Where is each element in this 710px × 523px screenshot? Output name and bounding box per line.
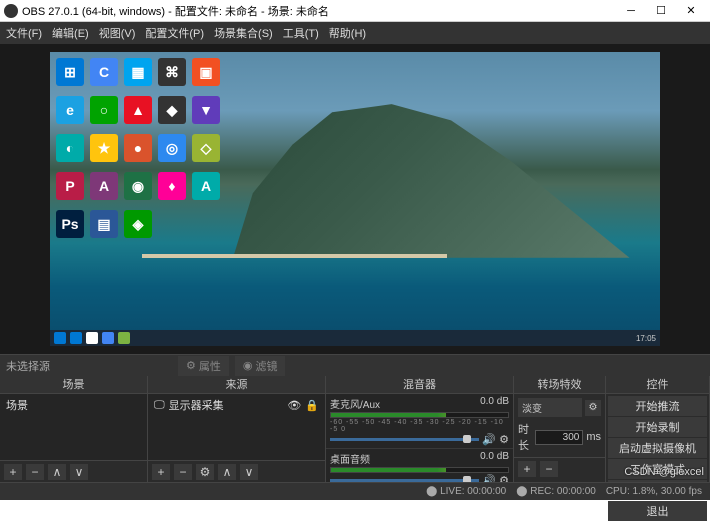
track-name: 桌面音频: [330, 451, 370, 466]
menu-edit[interactable]: 编辑(E): [52, 25, 89, 41]
volume-slider[interactable]: [330, 438, 479, 441]
filters-button[interactable]: ◉滤镜: [235, 356, 286, 376]
visibility-toggle-icon[interactable]: 👁: [287, 399, 301, 412]
scene-item[interactable]: 场景: [0, 394, 147, 416]
track-name: 麦克风/Aux: [330, 396, 380, 411]
menu-profile[interactable]: 配置文件(P): [145, 25, 204, 41]
speaker-icon[interactable]: 🔊: [482, 433, 496, 446]
track-db: 0.0 dB: [480, 396, 509, 411]
source-down-button[interactable]: ∨: [240, 464, 258, 480]
remove-transition-button[interactable]: −: [540, 461, 558, 477]
mixer-header: 混音器: [326, 376, 513, 394]
start-streaming-button[interactable]: 开始推流: [608, 396, 707, 416]
transition-gear-icon[interactable]: ⚙: [585, 400, 601, 416]
meter-ticks: -60 -55 -50 -45 -40 -35 -30 -25 -20 -15 …: [330, 419, 509, 433]
source-up-button[interactable]: ∧: [218, 464, 236, 480]
monitor-icon: 🖵: [154, 399, 165, 412]
exit-button[interactable]: 退出: [608, 501, 707, 521]
minimize-button[interactable]: ─: [616, 1, 646, 21]
rec-status: ⬤ REC: 00:00:00: [516, 486, 596, 497]
docked-panels: 场景 场景 + − ∧ ∨ 来源 🖵 显示器采集 👁 🔒: [0, 376, 710, 482]
source-item[interactable]: 🖵 显示器采集 👁 🔒: [148, 394, 325, 416]
mixer-panel: 混音器 麦克风/Aux 0.0 dB -60 -55 -50 -45 -40 -3…: [326, 376, 514, 482]
menu-bar: 文件(F) 编辑(E) 视图(V) 配置文件(P) 场景集合(S) 工具(T) …: [0, 22, 710, 44]
volume-meter: [330, 412, 509, 418]
duration-input[interactable]: [535, 430, 583, 445]
menu-scene-collection[interactable]: 场景集合(S): [214, 25, 273, 41]
cpu-status: CPU: 1.8%, 30.00 fps: [606, 486, 702, 497]
duration-unit: ms: [586, 431, 601, 443]
menu-file[interactable]: 文件(F): [6, 25, 42, 41]
transitions-header: 转场特效: [514, 376, 605, 394]
sources-header: 来源: [148, 376, 325, 394]
track-gear-icon[interactable]: ⚙: [499, 433, 509, 446]
menu-help[interactable]: 帮助(H): [329, 25, 366, 41]
preview-canvas: ⊞C▦⌘▣ e○▲◆▼ ◐★●◎◇ PA◉♦A Ps▤◈ 17:05: [50, 52, 660, 346]
remove-scene-button[interactable]: −: [26, 464, 44, 480]
maximize-button[interactable]: ☐: [646, 1, 676, 21]
filter-icon: ◉: [243, 359, 253, 372]
no-selection-label: 未选择源: [0, 358, 148, 374]
scenes-header: 场景: [0, 376, 147, 394]
desktop-icons: ⊞C▦⌘▣ e○▲◆▼ ◐★●◎◇ PA◉♦A Ps▤◈: [56, 58, 224, 246]
start-recording-button[interactable]: 开始录制: [608, 417, 707, 437]
source-status-row: 未选择源 ⚙属性 ◉滤镜: [0, 354, 710, 376]
scene-down-button[interactable]: ∨: [70, 464, 88, 480]
volume-slider[interactable]: [330, 479, 479, 482]
track-db: 0.0 dB: [480, 451, 509, 466]
gear-icon: ⚙: [186, 359, 196, 372]
sources-panel: 来源 🖵 显示器采集 👁 🔒 + − ⚙ ∧ ∨: [148, 376, 326, 482]
source-properties-button[interactable]: ⚙: [196, 464, 214, 480]
speaker-icon[interactable]: 🔊: [482, 474, 496, 482]
transition-select[interactable]: 淡变: [518, 398, 582, 417]
status-bar: ⬤ LIVE: 00:00:00 ⬤ REC: 00:00:00 CPU: 1.…: [0, 482, 710, 500]
virtual-camera-button[interactable]: 启动虚拟摄像机: [608, 438, 707, 458]
window-title: OBS 27.0.1 (64-bit, windows) - 配置文件: 未命名…: [22, 3, 616, 19]
live-status: ⬤ LIVE: 00:00:00: [426, 486, 506, 497]
preview-area[interactable]: ⊞C▦⌘▣ e○▲◆▼ ◐★●◎◇ PA◉♦A Ps▤◈ 17:05: [0, 44, 710, 354]
lock-icon[interactable]: 🔒: [305, 399, 319, 412]
close-button[interactable]: ✕: [676, 1, 706, 21]
scene-up-button[interactable]: ∧: [48, 464, 66, 480]
track-gear-icon[interactable]: ⚙: [499, 474, 509, 482]
watermark: CSDN @glexcel: [624, 466, 704, 478]
duration-label: 时长: [518, 421, 532, 453]
add-source-button[interactable]: +: [152, 464, 170, 480]
controls-header: 控件: [606, 376, 709, 394]
add-scene-button[interactable]: +: [4, 464, 22, 480]
scenes-panel: 场景 场景 + − ∧ ∨: [0, 376, 148, 482]
preview-taskbar: 17:05: [50, 330, 660, 346]
remove-source-button[interactable]: −: [174, 464, 192, 480]
add-transition-button[interactable]: +: [518, 461, 536, 477]
window-titlebar: OBS 27.0.1 (64-bit, windows) - 配置文件: 未命名…: [0, 0, 710, 22]
source-label: 显示器采集: [169, 397, 224, 413]
mixer-track-mic: 麦克风/Aux 0.0 dB -60 -55 -50 -45 -40 -35 -3…: [326, 394, 513, 449]
volume-meter: [330, 467, 509, 473]
properties-button[interactable]: ⚙属性: [178, 356, 229, 376]
menu-tools[interactable]: 工具(T): [283, 25, 319, 41]
mixer-track-desktop: 桌面音频 0.0 dB 🔊 ⚙: [326, 449, 513, 482]
app-icon: [4, 4, 18, 18]
menu-view[interactable]: 视图(V): [99, 25, 136, 41]
transitions-panel: 转场特效 淡变 ⚙ 时长 ms + −: [514, 376, 606, 482]
